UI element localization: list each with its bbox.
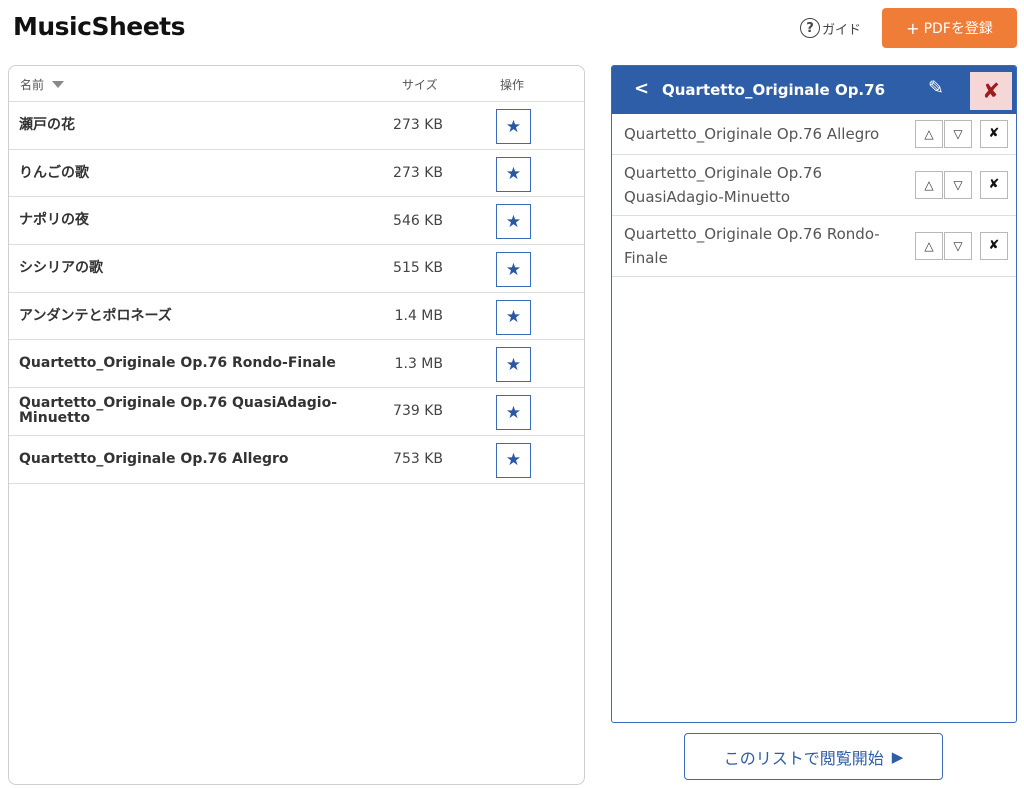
playlist-title: Quartetto_Originale Op.76 [662,81,886,99]
table-row[interactable]: アンダンテとポロネーズ 1.4 MB ★ [9,293,584,341]
add-to-list-star-button[interactable]: ★ [496,395,531,431]
move-down-button[interactable]: ▽ [944,171,972,199]
move-up-button[interactable]: △ [915,171,943,199]
back-icon[interactable]: < [634,78,649,99]
playlist-item: Quartetto_Originale Op.76 Allegro △ ▽ ✘ [612,114,1016,155]
remove-item-button[interactable]: ✘ [980,171,1008,199]
file-name[interactable]: アンダンテとポロネーズ [19,293,364,340]
playlist-header: < Quartetto_Originale Op.76 ✎ ✘ [612,66,1016,114]
name-column-label: 名前 [20,78,45,92]
start-reading-button[interactable]: このリストで閲覧開始 ▶ [684,733,943,780]
file-size: 273 KB [393,117,443,134]
star-icon: ★ [505,402,522,423]
file-size: 515 KB [393,260,443,277]
file-name[interactable]: Quartetto_Originale Op.76 QuasiAdagio-Mi… [19,388,364,435]
playlist-item-name: Quartetto_Originale Op.76 QuasiAdagio-Mi… [624,164,823,206]
move-up-button[interactable]: △ [915,232,943,260]
add-to-list-star-button[interactable]: ★ [496,442,531,478]
size-column-header: サイズ [402,78,438,92]
play-icon: ▶ [891,747,904,766]
file-size: 273 KB [393,165,443,182]
add-to-list-star-button[interactable]: ★ [496,156,531,192]
file-name[interactable]: Quartetto_Originale Op.76 Allegro [19,436,364,483]
table-header: 名前 サイズ 操作 [9,66,584,102]
guide-link[interactable]: ? ガイド [800,18,861,38]
playlist-item: Quartetto_Originale Op.76 Rondo-Finale △ ▽… [612,216,1016,277]
star-icon: ★ [505,450,522,471]
add-pdf-button[interactable]: + PDFを登録 [882,8,1017,48]
table-row[interactable]: Quartetto_Originale Op.76 QuasiAdagio-Mi… [9,388,584,436]
star-icon: ★ [505,164,522,185]
playlist-item: Quartetto_Originale Op.76 QuasiAdagio-Mi… [612,155,1016,216]
playlist-item-name: Quartetto_Originale Op.76 Rondo-Finale [624,225,880,267]
add-to-list-star-button[interactable]: ★ [496,347,531,383]
add-to-list-star-button[interactable]: ★ [496,109,531,144]
star-icon: ★ [505,116,522,137]
file-size: 1.4 MB [394,308,443,325]
delete-playlist-button[interactable]: ✘ [970,72,1012,110]
guide-label: ガイド [822,22,862,38]
table-row[interactable]: ナポリの夜 546 KB ★ [9,197,584,246]
table-row[interactable]: Quartetto_Originale Op.76 Allegro 753 KB ★ [9,436,584,484]
table-row[interactable]: りんごの歌 273 KB ★ [9,150,584,198]
file-name[interactable]: りんごの歌 [19,150,364,197]
add-to-list-star-button[interactable]: ★ [496,299,531,335]
file-table: 名前 サイズ 操作 瀬戸の花 273 KB ★ りんごの歌 273 KB ★ ナポリの夜 54… [8,65,585,785]
add-to-list-star-button[interactable]: ★ [496,252,531,288]
table-row[interactable]: 瀬戸の花 273 KB ★ [9,102,584,150]
sort-down-icon [52,81,65,88]
star-icon: ★ [505,354,522,375]
file-name[interactable]: シシリアの歌 [19,245,364,292]
file-name[interactable]: ナポリの夜 [19,197,364,244]
playlist-panel: < Quartetto_Originale Op.76 ✎ ✘ Quartett… [611,65,1017,723]
star-icon: ★ [505,259,522,280]
name-column-header[interactable]: 名前 [20,76,65,93]
help-icon: ? [800,18,820,38]
file-size: 546 KB [393,212,443,229]
remove-item-button[interactable]: ✘ [980,120,1008,148]
app-title: MusicSheets [13,12,186,41]
pencil-icon[interactable]: ✎ [928,77,944,99]
move-up-button[interactable]: △ [915,120,943,148]
start-reading-label: このリストで閲覧開始 [723,748,884,768]
table-row[interactable]: Quartetto_Originale Op.76 Rondo-Finale 1.… [9,340,584,389]
actions-column-header: 操作 [500,78,525,92]
star-icon: ★ [505,211,522,232]
file-name[interactable]: Quartetto_Originale Op.76 Rondo-Finale [19,340,364,387]
add-to-list-star-button[interactable]: ★ [496,204,531,240]
table-row[interactable]: シシリアの歌 515 KB ★ [9,245,584,293]
star-icon: ★ [505,307,522,328]
file-size: 753 KB [393,451,443,468]
add-pdf-label: PDFを登録 [923,21,993,37]
move-down-button[interactable]: ▽ [944,120,972,148]
move-down-button[interactable]: ▽ [944,232,972,260]
file-size: 1.3 MB [394,355,443,372]
file-size: 739 KB [393,403,443,420]
plus-icon: + [906,18,920,38]
file-name[interactable]: 瀬戸の花 [19,102,364,149]
playlist-item-name: Quartetto_Originale Op.76 Allegro [624,125,880,143]
remove-item-button[interactable]: ✘ [980,232,1008,260]
